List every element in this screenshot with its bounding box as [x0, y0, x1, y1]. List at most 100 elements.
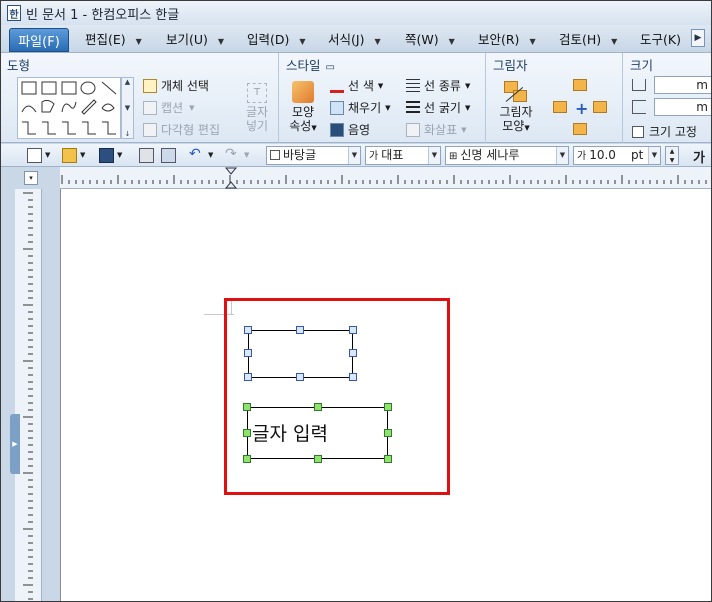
dropdown-arrow-icon: ▼ [524, 124, 530, 132]
line-width-button[interactable]: 선 굵기 ▼ [406, 99, 470, 116]
arrow-style-icon [406, 122, 420, 137]
width-input[interactable]: m [654, 76, 711, 94]
polygon-edit-label: 다각형 편집 [161, 123, 221, 137]
shadow-right-icon[interactable] [593, 101, 607, 113]
shadow-up-icon[interactable] [573, 79, 587, 91]
dropdown-arrow-icon[interactable]: ▼ [80, 151, 85, 159]
open-folder-icon[interactable] [62, 148, 77, 163]
caption-button[interactable]: 캡션 ▼ [143, 99, 194, 116]
size-fixed-label: 크기 고정 [649, 125, 697, 139]
line-type-button[interactable]: 선 종류 ▼ [406, 77, 470, 94]
shade-button[interactable]: 음영 [330, 121, 370, 138]
dropdown-arrow-icon[interactable]: ▼ [117, 151, 122, 159]
height-input[interactable]: m [654, 98, 711, 116]
dropdown-arrow-icon: ▼ [556, 147, 568, 164]
shape-props-icon [292, 81, 314, 103]
style-combo-icon [270, 150, 280, 160]
pen-icon [330, 79, 344, 93]
menu-tools[interactable]: 도구(K) [640, 30, 681, 52]
language-combo-value: 대표 [381, 148, 404, 162]
ribbon-group-shapes: 도형 ▲ ▼ ↓ 개체 선택 캡션 ▼ 다각형 편집 T 글자 넣기 [1, 53, 279, 143]
dropdown-arrow-icon: ▼ [529, 37, 536, 46]
menu-page[interactable]: 쪽(W) ▼ [405, 30, 455, 52]
shape-props-label-1: 모양 [291, 105, 315, 119]
shadow-style-button[interactable]: 그림자 모양▼ [495, 81, 537, 135]
menu-insert[interactable]: 입력(D) ▼ [247, 30, 306, 52]
menu-format-label: 서식(J) [328, 32, 365, 47]
font-size-icon: 가 [577, 151, 587, 162]
polygon-edit-button[interactable]: 다각형 편집 [143, 121, 220, 138]
style-combo[interactable]: 바탕글 ▼ [266, 146, 361, 165]
vertical-ruler[interactable] [15, 189, 42, 601]
text-insert-button[interactable]: T 글자 넣기 [241, 83, 273, 133]
dropdown-arrow-icon[interactable]: ▼ [45, 151, 50, 159]
dropdown-arrow-icon: ▼ [611, 37, 618, 46]
dropdown-arrow-icon: ▼ [348, 147, 360, 164]
shadow-left-icon[interactable] [553, 101, 567, 113]
dropdown-arrow-icon: ▼ [464, 81, 471, 90]
fill-button[interactable]: 채우기 ▼ [330, 99, 391, 116]
shade-icon [330, 122, 344, 137]
ribbon-group-style: 스타일 ▭ 모양 속성▼ 선 색 ▼ 채우기 ▼ 음영 선 종류 ▼ 선 굵기 ▼ 화살표… [280, 53, 486, 143]
dropdown-arrow-icon: ▼ [464, 103, 471, 112]
shape-props-button[interactable]: 모양 속성▼ [286, 81, 320, 135]
font-combo[interactable]: ⊞ 신명 세나루 ▼ [445, 146, 569, 165]
dropdown-arrow-icon: ▼ [385, 103, 391, 112]
shadow-style-label-2-text: 모양 [502, 119, 525, 133]
ruler-toggle-icon[interactable]: ▾ [24, 171, 38, 185]
paint-bucket-icon [330, 100, 344, 115]
horizontal-ruler-ticks [61, 167, 707, 189]
menu-security[interactable]: 보안(R) ▼ [478, 30, 536, 52]
arrow-style-button[interactable]: 화살표 ▼ [406, 121, 467, 138]
menu-file[interactable]: 파일(F) [9, 28, 69, 52]
line-color-label: 선 색 [348, 79, 374, 93]
menu-format[interactable]: 서식(J) ▼ [328, 30, 381, 52]
language-combo[interactable]: 가 대표 ▼ [365, 146, 441, 165]
font-size-spinner[interactable]: ▲ ▼ [665, 146, 679, 165]
hwp-app-icon[interactable]: 한 [7, 5, 21, 21]
size-fixed-checkbox[interactable]: 크기 고정 [632, 123, 697, 140]
menu-bar: 파일(F) 편집(E) ▼ 보기(U) ▼ 입력(D) ▼ 서식(J) ▼ 쪽(W) ▼ … [1, 25, 711, 53]
menu-edit[interactable]: 편집(E) ▼ [85, 30, 142, 52]
title-bar: 한 빈 문서 1 - 한컴오피스 한글 [1, 1, 711, 25]
ribbon-group-size: 크기 m m 크기 고정 [624, 53, 711, 143]
shade-label: 음영 [348, 123, 371, 137]
print-icon[interactable] [139, 148, 154, 163]
print-preview-icon[interactable] [161, 148, 176, 163]
shape-gallery[interactable] [17, 77, 121, 139]
shadow-down-icon[interactable] [573, 123, 587, 135]
ribbon-group-shadow: 그림자 그림자 모양▼ + [487, 53, 623, 143]
dialog-launcher-icon[interactable]: ▭ [326, 62, 335, 73]
checkbox-icon [632, 125, 644, 138]
shape-gallery-scroll[interactable]: ▲ ▼ ↓ [121, 77, 134, 139]
menu-review[interactable]: 검토(H) ▼ [559, 30, 617, 52]
redo-icon[interactable]: ↷ [225, 147, 240, 163]
text-shape-icon [21, 81, 37, 95]
bold-button[interactable]: 가 [693, 147, 705, 166]
shadow-center-icon[interactable]: + [575, 99, 588, 118]
save-icon[interactable] [99, 148, 114, 163]
font-size-combo[interactable]: 가 10.0 pt ▼ [573, 146, 661, 165]
curve-shape-icon [41, 99, 55, 113]
undo-icon[interactable]: ↶ [189, 147, 204, 163]
chevron-right-icon[interactable]: ▶ [691, 29, 705, 47]
menu-edit-label: 편집(E) [85, 32, 126, 47]
new-document-icon[interactable] [27, 148, 42, 163]
page-gap [42, 189, 60, 601]
annotation-highlight-box [224, 298, 450, 495]
menu-view[interactable]: 보기(U) ▼ [166, 30, 224, 52]
group-title-style-label: 스타일 [286, 58, 321, 73]
line-color-button[interactable]: 선 색 ▼ [330, 77, 383, 94]
height-icon [632, 100, 646, 114]
standard-toolbar: ▼ ▼ ▼ ↶ ▼ ↷ ▼ 바탕글 ▼ 가 대표 ▼ ⊞ 신명 세나루 ▼ 가 10.0 pt… [1, 144, 711, 167]
menu-page-label: 쪽(W) [405, 32, 439, 47]
style-combo-value: 바탕글 [283, 148, 317, 162]
object-select-button[interactable]: 개체 선택 [143, 77, 209, 94]
dropdown-arrow-icon[interactable]: ▼ [208, 151, 213, 159]
object-select-icon [143, 78, 157, 93]
connector-shape-icon [62, 121, 76, 135]
side-panel-toggle-icon[interactable]: ▶ [10, 414, 20, 474]
horizontal-ruler[interactable] [60, 167, 711, 189]
dropdown-arrow-icon[interactable]: ▼ [244, 151, 249, 159]
menu-tools-label: 도구(K) [640, 32, 681, 47]
